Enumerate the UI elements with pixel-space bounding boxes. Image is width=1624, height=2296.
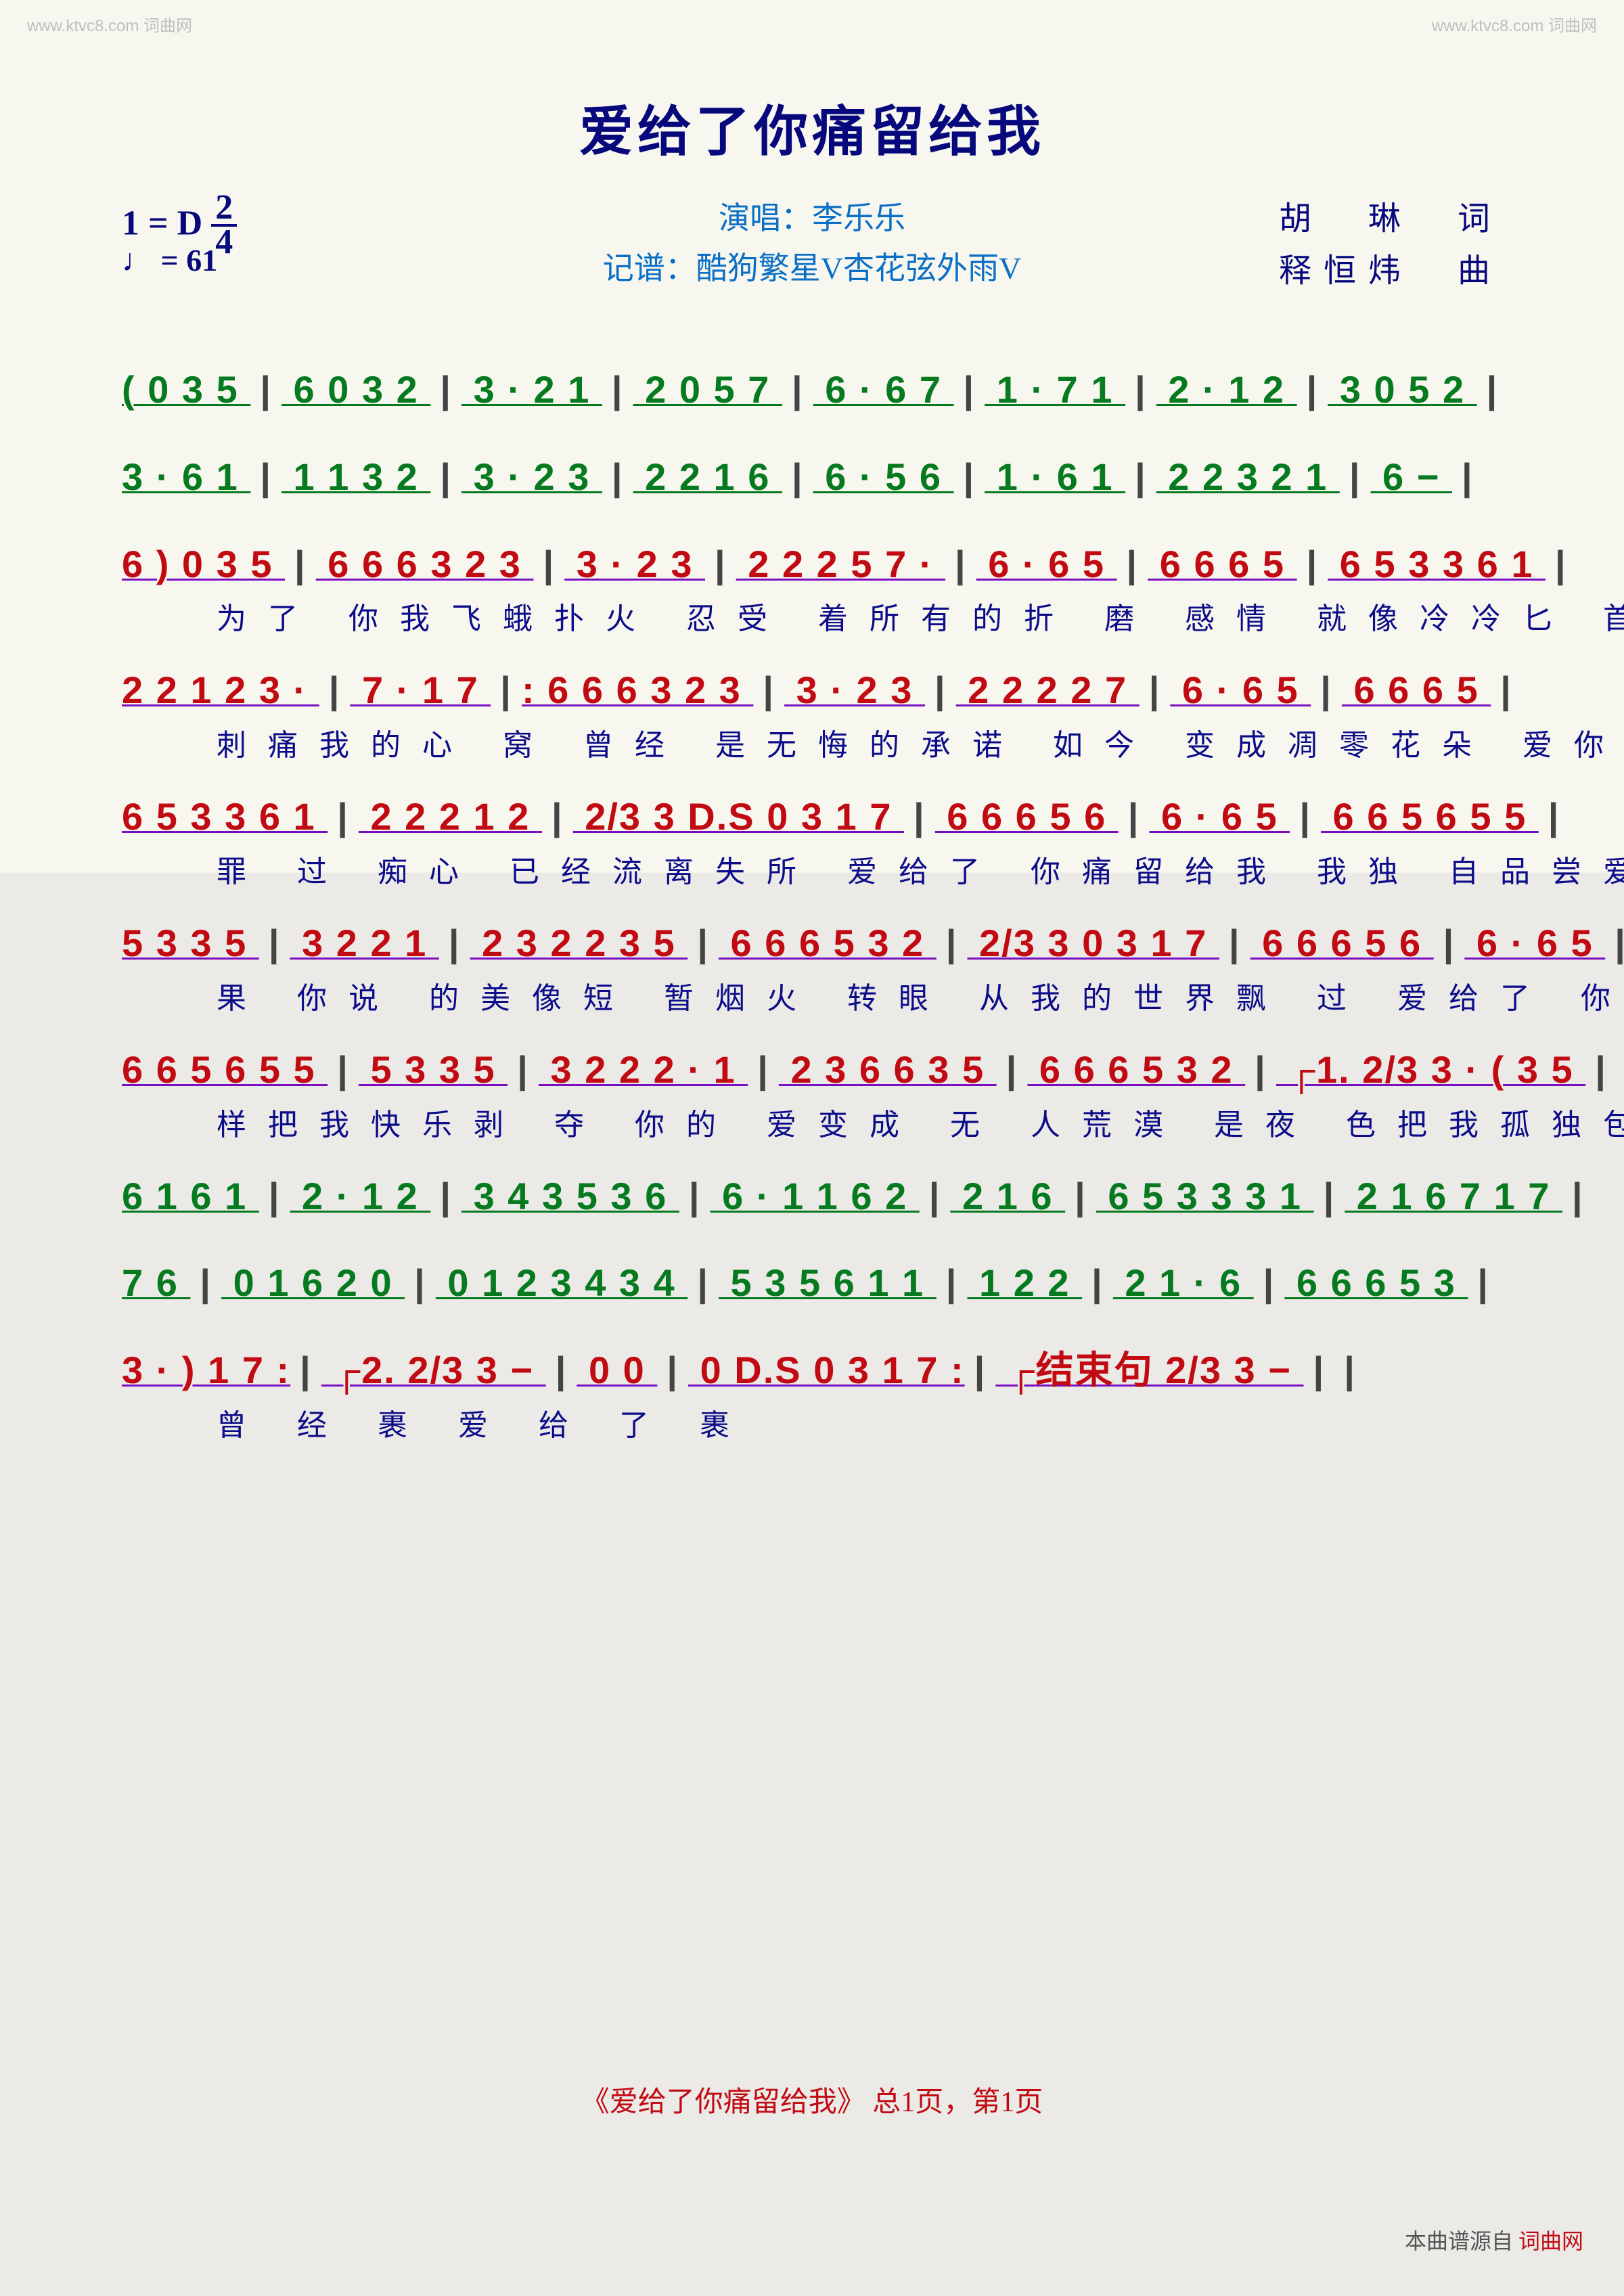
lyricist-credit: 胡 琳 词 — [1279, 194, 1502, 246]
song-title: 爱给了你痛留给我 — [122, 88, 1502, 166]
music-line: 5 3 3 5 | 3 2 2 1 | 2 3 2 2 3 5 | 6 6 6 … — [122, 909, 1502, 1017]
music-line: 6 ) 0 3 5 | 6 6 6 3 2 3 | 3 · 2 3 | 2 2 … — [122, 531, 1502, 638]
music-line: 6 1 6 1 | 2 · 1 2 | 3 4 3 5 3 6 | 6 · 1 … — [122, 1163, 1502, 1231]
notation-row: 7 6 | 0 1 6 2 0 | 0 1 2 3 4 3 4 | 5 3 5 … — [122, 1249, 1502, 1318]
source-credit: 本曲谱源自 词曲网 — [1405, 2224, 1583, 2255]
notation-row: 6 5 3 3 6 1 | 2 2 2 1 2 | 2/3 3 D.S 0 3 … — [122, 783, 1502, 851]
lyrics-row: 罪 过 痴心 已经流离失所 爱给了 你痛留给我 我独 自品尝爱的苦 — [122, 847, 1502, 891]
notation-row: 3 · ) 1 7 :| ┌2. 2/3 3 − | 0 0 | 0 D.S 0… — [122, 1336, 1502, 1405]
notation-row: 5 3 3 5 | 3 2 2 1 | 2 3 2 2 3 5 | 6 6 6 … — [122, 909, 1502, 978]
lyrics-row: 果 你说 的美像短 暂烟火 转眼 从我的世界飘 过 爱给了 你痛留给我 就这 — [122, 974, 1502, 1017]
lyrics-row: 曾 经 裹 爱 给 了 裹 — [122, 1401, 1502, 1444]
music-line: 2 2 1 2 3 · | 7 · 1 7 |: 6 6 6 3 2 3 | 3… — [122, 656, 1502, 764]
music-line: 6 5 3 3 6 1 | 2 2 2 1 2 | 2/3 3 D.S 0 3 … — [122, 783, 1502, 891]
sheet-music-page: www.ktvc8.com 词曲网 www.ktvc8.com 词曲网 爱给了你… — [0, 0, 1624, 2296]
time-numerator: 2 — [211, 192, 237, 227]
notation-row: 2 2 1 2 3 · | 7 · 1 7 |: 6 6 6 3 2 3 | 3… — [122, 656, 1502, 725]
lyrics-row: 刺痛我的心 窝 曾经 是无悔的承诺 如今 变成凋零花朵 爱你 就是无情 — [122, 721, 1502, 764]
notation-row: ( 0 3 5 | 6 0 3 2 | 3 · 2 1 | 2 0 5 7 | … — [122, 356, 1502, 424]
music-line: ( 0 3 5 | 6 0 3 2 | 3 · 2 1 | 2 0 5 7 | … — [122, 356, 1502, 424]
right-credits: 胡 琳 词 释恒炜 曲 — [1279, 194, 1502, 298]
key-text: 1 = D — [122, 204, 202, 243]
notation-row: 6 ) 0 3 5 | 6 6 6 3 2 3 | 3 · 2 3 | 2 2 … — [122, 531, 1502, 599]
music-line: 3 · 6 1 | 1 1 3 2 | 3 · 2 3 | 2 2 1 6 | … — [122, 443, 1502, 512]
tempo-marking: ♩ = 61 — [122, 242, 217, 278]
source-prefix: 本曲谱源自 — [1405, 2229, 1513, 2253]
notation-row: 6 6 5 6 5 5 | 5 3 3 5 | 3 2 2 2 · 1 | 2 … — [122, 1036, 1502, 1104]
source-link[interactable]: 词曲网 — [1518, 2229, 1583, 2253]
music-line: 6 6 5 6 5 5 | 5 3 3 5 | 3 2 2 2 · 1 | 2 … — [122, 1036, 1502, 1144]
music-line: 3 · ) 1 7 :| ┌2. 2/3 3 − | 0 0 | 0 D.S 0… — [122, 1336, 1502, 1444]
watermark-left: www.ktvc8.com 词曲网 — [27, 12, 192, 36]
music-line: 7 6 | 0 1 6 2 0 | 0 1 2 3 4 3 4 | 5 3 5 … — [122, 1249, 1502, 1318]
page-footer: 《爱给了你痛留给我》 总1页，第1页 — [0, 2079, 1624, 2120]
music-notation-body: ( 0 3 5 | 6 0 3 2 | 3 · 2 1 | 2 0 5 7 | … — [122, 356, 1502, 1444]
lyrics-row: 样把我快乐剥 夺 你的 爱变成 无 人荒漠 是夜 色把我孤独包 裹 — [122, 1100, 1502, 1144]
notation-row: 3 · 6 1 | 1 1 3 2 | 3 · 2 3 | 2 2 1 6 | … — [122, 443, 1502, 512]
notation-row: 6 1 6 1 | 2 · 1 2 | 3 4 3 5 3 6 | 6 · 1 … — [122, 1163, 1502, 1231]
header-block: 1 = D 2 4 ♩ = 61 演唱：李乐乐 记谱：酷狗繁星V杏花弦外雨V 胡… — [122, 194, 1502, 329]
composer-credit: 释恒炜 曲 — [1279, 246, 1502, 298]
watermark-right: www.ktvc8.com 词曲网 — [1432, 12, 1597, 36]
lyrics-row: 为了 你我飞蛾扑火 忍受 着所有的折 磨 感情 就像冷冷匕 首 狠狠 — [122, 594, 1502, 637]
